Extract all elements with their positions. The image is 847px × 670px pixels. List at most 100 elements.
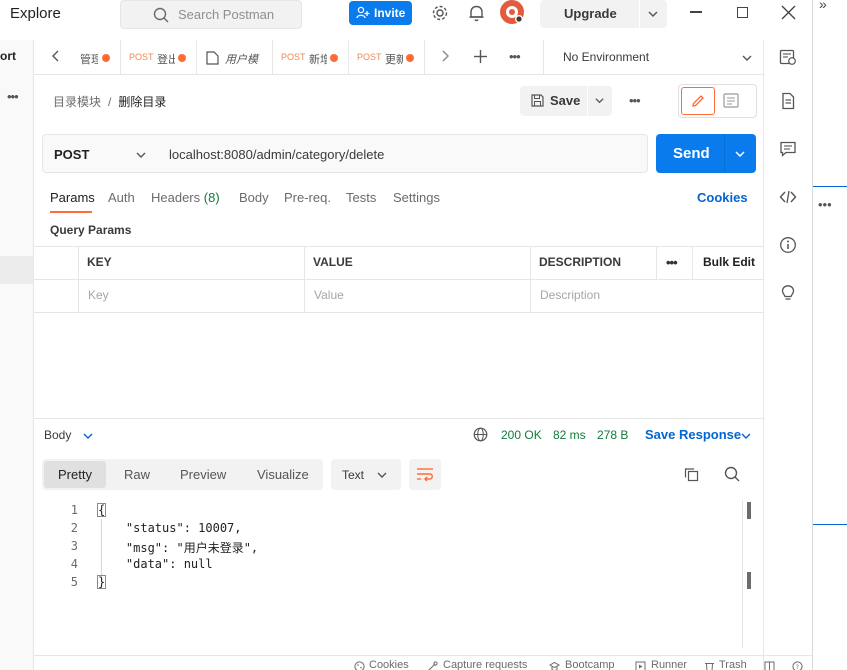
footer-cookies[interactable]: Cookies (369, 659, 409, 670)
explore-link[interactable]: Explore (10, 5, 61, 22)
save-label: Save (550, 93, 581, 108)
http-method-select[interactable]: POST (42, 134, 158, 173)
breadcrumb-current[interactable]: 删除目录 (118, 95, 166, 109)
tab-pre-request[interactable]: Pre-req. (284, 190, 331, 205)
help-icon[interactable]: ? (792, 661, 803, 670)
expand-chevron-icon[interactable]: » (819, 0, 827, 12)
scrollbar-marker[interactable] (747, 572, 751, 589)
comments-icon[interactable] (779, 140, 797, 158)
search-box[interactable]: Search Postman (120, 0, 302, 29)
breadcrumb-parent[interactable]: 目录模块 (53, 95, 101, 109)
request-more-icon[interactable]: ••• (629, 93, 641, 108)
format-pretty-label[interactable]: Pretty (58, 467, 92, 482)
response-status[interactable]: 200 OK (501, 428, 542, 442)
line-number: 1 (70, 503, 78, 517)
chevron-right-icon[interactable] (439, 49, 451, 63)
description-input[interactable]: Description (540, 288, 600, 302)
environment-selector[interactable]: No Environment (543, 40, 763, 75)
save-button[interactable]: Save (520, 86, 612, 116)
two-pane-icon[interactable] (764, 661, 775, 670)
info-icon[interactable] (779, 236, 797, 254)
search-icon (153, 7, 169, 23)
request-tab[interactable]: 用户模 (197, 40, 273, 75)
request-tab[interactable]: POST 登出 (121, 40, 197, 75)
upgrade-button[interactable]: Upgrade (540, 0, 667, 28)
chevron-down-icon[interactable] (647, 8, 659, 20)
tabs-more-icon[interactable]: ••• (509, 49, 521, 64)
documentation-icon[interactable] (779, 92, 797, 110)
tab-auth[interactable]: Auth (108, 190, 135, 205)
value-input[interactable]: Value (314, 288, 344, 302)
tab-name: 用户模 (225, 54, 258, 66)
footer-capture-requests[interactable]: Capture requests (443, 659, 527, 670)
notifications-bell-icon[interactable] (468, 4, 485, 22)
tab-params[interactable]: Params (50, 190, 95, 205)
response-body-dropdown[interactable]: Body (44, 428, 71, 442)
left-sidebar (0, 40, 34, 670)
scrollbar-marker[interactable] (747, 502, 751, 519)
wrap-lines-button[interactable] (409, 459, 441, 490)
column-options-icon[interactable]: ••• (666, 255, 678, 270)
save-response-button[interactable]: Save Response (645, 427, 741, 442)
response-size[interactable]: 278 B (597, 428, 628, 442)
settings-gear-icon[interactable] (431, 4, 449, 22)
environment-quick-look-icon[interactable] (779, 48, 797, 66)
chevron-down-icon[interactable] (734, 148, 746, 160)
cookies-link[interactable]: Cookies (697, 190, 748, 205)
bulk-edit-button[interactable]: Bulk Edit (703, 255, 755, 269)
response-time[interactable]: 82 ms (553, 428, 586, 442)
footer-bootcamp[interactable]: Bootcamp (565, 659, 615, 670)
tab-body[interactable]: Body (239, 190, 269, 205)
footer-runner[interactable]: Runner (651, 659, 687, 670)
chevron-down-icon[interactable] (82, 430, 94, 442)
tab-tests[interactable]: Tests (346, 190, 376, 205)
footer-trash[interactable]: Trash (719, 659, 747, 670)
code-line[interactable]: "msg": "用户未登录", (97, 539, 258, 556)
copy-icon[interactable] (684, 467, 699, 482)
request-tab[interactable]: POST 更新 (349, 40, 425, 75)
tab-settings[interactable]: Settings (393, 190, 440, 205)
chevron-down-icon[interactable] (740, 430, 752, 442)
request-tab[interactable]: POST 新增 (273, 40, 349, 75)
send-label: Send (673, 145, 710, 162)
http-method-label: POST (54, 147, 90, 162)
url-input[interactable]: localhost:8080/admin/category/delete (157, 134, 648, 173)
lightbulb-icon[interactable] (779, 284, 797, 302)
selected-collection-row[interactable] (0, 256, 33, 284)
window-minimize-button[interactable] (690, 11, 702, 13)
response-divider[interactable] (34, 418, 763, 419)
globe-icon[interactable] (473, 427, 488, 442)
send-button[interactable]: Send (656, 134, 756, 173)
format-visualize-button[interactable]: Visualize (257, 467, 309, 482)
window-close-button[interactable] (781, 5, 796, 20)
response-type-select[interactable]: Text (331, 459, 401, 490)
documentation-mode-icon[interactable] (723, 93, 739, 108)
key-input[interactable]: Key (88, 288, 109, 302)
user-avatar[interactable] (500, 0, 524, 24)
code-line[interactable]: "status": 10007, (97, 521, 242, 535)
chevron-down-icon[interactable] (594, 95, 605, 106)
code-line[interactable]: { (97, 503, 107, 517)
chevron-left-icon[interactable] (50, 49, 62, 63)
more-options-icon[interactable]: ••• (818, 197, 832, 212)
format-preview-button[interactable]: Preview (180, 467, 226, 482)
request-tab[interactable]: 管理 (72, 40, 121, 75)
code-line[interactable]: "data": null (97, 557, 213, 571)
edit-mode-button[interactable] (681, 87, 715, 115)
code-line[interactable]: } (97, 575, 107, 589)
window-maximize-button[interactable] (737, 7, 748, 18)
unsaved-dot (406, 54, 414, 62)
breadcrumb: 目录模块 / 删除目录 (53, 93, 166, 110)
search-icon[interactable] (724, 466, 740, 482)
new-tab-plus-icon[interactable] (473, 49, 488, 64)
tab-headers[interactable]: Headers (8) (151, 190, 220, 205)
chevron-down-icon (377, 472, 387, 478)
chevron-down-icon (136, 152, 146, 158)
scroll-track (742, 500, 743, 648)
more-options-icon[interactable]: ••• (7, 89, 19, 104)
invite-button[interactable]: Invite (349, 1, 412, 25)
import-button-cut[interactable]: ort (0, 49, 16, 63)
code-snippet-icon[interactable] (779, 188, 797, 206)
format-raw-button[interactable]: Raw (124, 467, 150, 482)
divider (587, 86, 588, 116)
